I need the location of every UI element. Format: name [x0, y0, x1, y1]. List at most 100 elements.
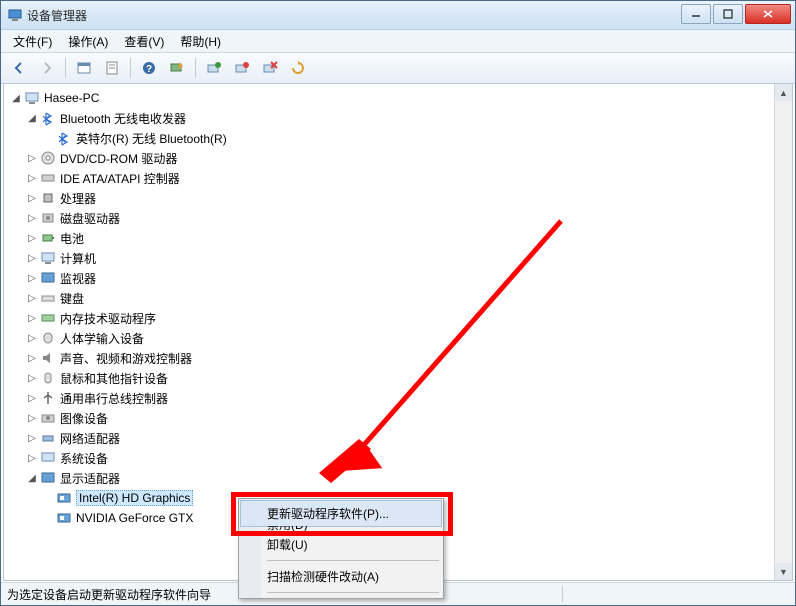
tree-node[interactable]: ▷ IDE ATA/ATAPI 控制器	[4, 168, 792, 188]
toolbar-properties-button[interactable]	[100, 56, 124, 80]
ctx-item-label: 卸载(U)	[267, 538, 308, 552]
expand-toggle[interactable]: ▷	[26, 172, 38, 184]
expand-toggle[interactable]: ◢	[26, 112, 38, 124]
expand-toggle[interactable]: ▷	[26, 332, 38, 344]
disk-icon	[40, 210, 56, 226]
tree-node[interactable]: ▷ 磁盘驱动器	[4, 208, 792, 228]
expand-toggle[interactable]: ▷	[26, 372, 38, 384]
tree-node[interactable]: ▷ 处理器	[4, 188, 792, 208]
tree-node-bluetooth-child[interactable]: 英特尔(R) 无线 Bluetooth(R)	[4, 128, 792, 148]
close-button[interactable]	[745, 4, 791, 24]
scroll-up-arrow[interactable]: ▲	[775, 84, 792, 101]
app-icon	[7, 7, 23, 23]
toolbar-scan-button[interactable]	[165, 56, 189, 80]
tree-node[interactable]: ▷ 电池	[4, 228, 792, 248]
device-manager-window: 设备管理器 文件(F) 操作(A) 查看(V) 帮助(H) ?	[0, 0, 796, 606]
tree-root-label: Hasee-PC	[44, 91, 99, 105]
expand-toggle[interactable]: ▷	[26, 232, 38, 244]
tree-node-label: NVIDIA GeForce GTX	[76, 511, 193, 525]
toolbar-separator	[130, 58, 131, 78]
ctx-uninstall[interactable]: 卸载(U)	[241, 532, 441, 557]
expand-toggle[interactable]: ▷	[26, 252, 38, 264]
tree-node-label: 人体学输入设备	[60, 330, 144, 347]
expand-toggle[interactable]: ▷	[26, 352, 38, 364]
toolbar-forward-button[interactable]	[35, 56, 59, 80]
tree-node[interactable]: ▷ DVD/CD-ROM 驱动器	[4, 148, 792, 168]
tree-node-label: 声音、视频和游戏控制器	[60, 350, 192, 367]
toolbar-disable-button[interactable]	[230, 56, 254, 80]
maximize-button[interactable]	[713, 4, 743, 24]
tree-node-label: 通用串行总线控制器	[60, 390, 168, 407]
menu-view[interactable]: 查看(V)	[118, 31, 170, 52]
svg-text:?: ?	[146, 64, 152, 75]
tree-node[interactable]: ▷ 鼠标和其他指针设备	[4, 368, 792, 388]
bluetooth-icon	[40, 110, 56, 126]
expand-toggle[interactable]: ◢	[10, 92, 22, 104]
expand-toggle[interactable]: ▷	[26, 272, 38, 284]
toolbar-separator	[195, 58, 196, 78]
context-menu: 更新驱动程序软件(P)... 禁用(D) 卸载(U) 扫描检测硬件改动(A)	[238, 498, 444, 599]
menu-help[interactable]: 帮助(H)	[174, 31, 227, 52]
toolbar-show-button[interactable]	[72, 56, 96, 80]
keyboard-icon	[40, 290, 56, 306]
expand-toggle[interactable]: ◢	[26, 472, 38, 484]
menubar: 文件(F) 操作(A) 查看(V) 帮助(H)	[1, 30, 795, 53]
tree-node[interactable]: ▷ 键盘	[4, 288, 792, 308]
tree-node-label: 鼠标和其他指针设备	[60, 370, 168, 387]
bluetooth-icon	[56, 130, 72, 146]
tree-node[interactable]: ▷ 监视器	[4, 268, 792, 288]
toolbar-update-button[interactable]	[202, 56, 226, 80]
tree-node[interactable]: ▷ 人体学输入设备	[4, 328, 792, 348]
toolbar-back-button[interactable]	[7, 56, 31, 80]
disc-icon	[40, 150, 56, 166]
tree-node-label: 系统设备	[60, 450, 108, 467]
vertical-scrollbar[interactable]: ▲ ▼	[774, 84, 792, 580]
ctx-item-label: 更新驱动程序软件(P)...	[267, 507, 389, 521]
expand-toggle[interactable]: ▷	[26, 452, 38, 464]
tree-node-label: 键盘	[60, 290, 84, 307]
menu-action[interactable]: 操作(A)	[62, 31, 114, 52]
toolbar-refresh-button[interactable]	[286, 56, 310, 80]
expand-toggle[interactable]: ▷	[26, 192, 38, 204]
tree-node[interactable]: ▷ 通用串行总线控制器	[4, 388, 792, 408]
memory-icon	[40, 310, 56, 326]
expand-toggle[interactable]: ▷	[26, 432, 38, 444]
expand-toggle[interactable]: ▷	[26, 152, 38, 164]
ctx-item-label: 扫描检测硬件改动(A)	[267, 570, 379, 584]
expand-toggle[interactable]: ▷	[26, 392, 38, 404]
expand-toggle[interactable]: ▷	[26, 312, 38, 324]
expand-toggle[interactable]: ▷	[26, 292, 38, 304]
menu-file[interactable]: 文件(F)	[7, 31, 58, 52]
ctx-scan-hardware[interactable]: 扫描检测硬件改动(A)	[241, 564, 441, 589]
ctx-update-driver[interactable]: 更新驱动程序软件(P)...	[240, 500, 442, 527]
tree-node-label: 内存技术驱动程序	[60, 310, 156, 327]
statusbar-separator	[562, 586, 563, 602]
expand-toggle[interactable]: ▷	[26, 212, 38, 224]
tree-root[interactable]: ◢ Hasee-PC	[4, 88, 792, 108]
device-tree[interactable]: ◢ Hasee-PC ◢ Bluetooth 无线电收发器 英特尔(R) 无线 …	[4, 84, 792, 532]
toolbar: ?	[1, 53, 795, 84]
tree-node[interactable]: ▷ 计算机	[4, 248, 792, 268]
expand-spacer	[42, 132, 54, 144]
tree-node-label: Bluetooth 无线电收发器	[60, 110, 186, 127]
scroll-down-arrow[interactable]: ▼	[775, 563, 792, 580]
tree-node[interactable]: ▷ 图像设备	[4, 408, 792, 428]
tree-node[interactable]: ▷ 内存技术驱动程序	[4, 308, 792, 328]
tree-node-label: IDE ATA/ATAPI 控制器	[60, 170, 180, 187]
toolbar-uninstall-button[interactable]	[258, 56, 282, 80]
ctx-separator	[267, 592, 439, 593]
tree-node-label: Intel(R) HD Graphics	[76, 490, 193, 506]
tree-node-display-adapters[interactable]: ◢ 显示适配器	[4, 468, 792, 488]
expand-spacer	[42, 492, 54, 504]
tree-node-bluetooth[interactable]: ◢ Bluetooth 无线电收发器	[4, 108, 792, 128]
expand-toggle[interactable]: ▷	[26, 412, 38, 424]
minimize-button[interactable]	[681, 4, 711, 24]
toolbar-help-button[interactable]: ?	[137, 56, 161, 80]
scroll-track[interactable]	[775, 101, 792, 563]
tree-node-label: DVD/CD-ROM 驱动器	[60, 150, 177, 167]
ctx-separator	[267, 560, 439, 561]
tree-node[interactable]: ▷ 网络适配器	[4, 428, 792, 448]
tree-node[interactable]: ▷ 声音、视频和游戏控制器	[4, 348, 792, 368]
ide-icon	[40, 170, 56, 186]
tree-node[interactable]: ▷ 系统设备	[4, 448, 792, 468]
